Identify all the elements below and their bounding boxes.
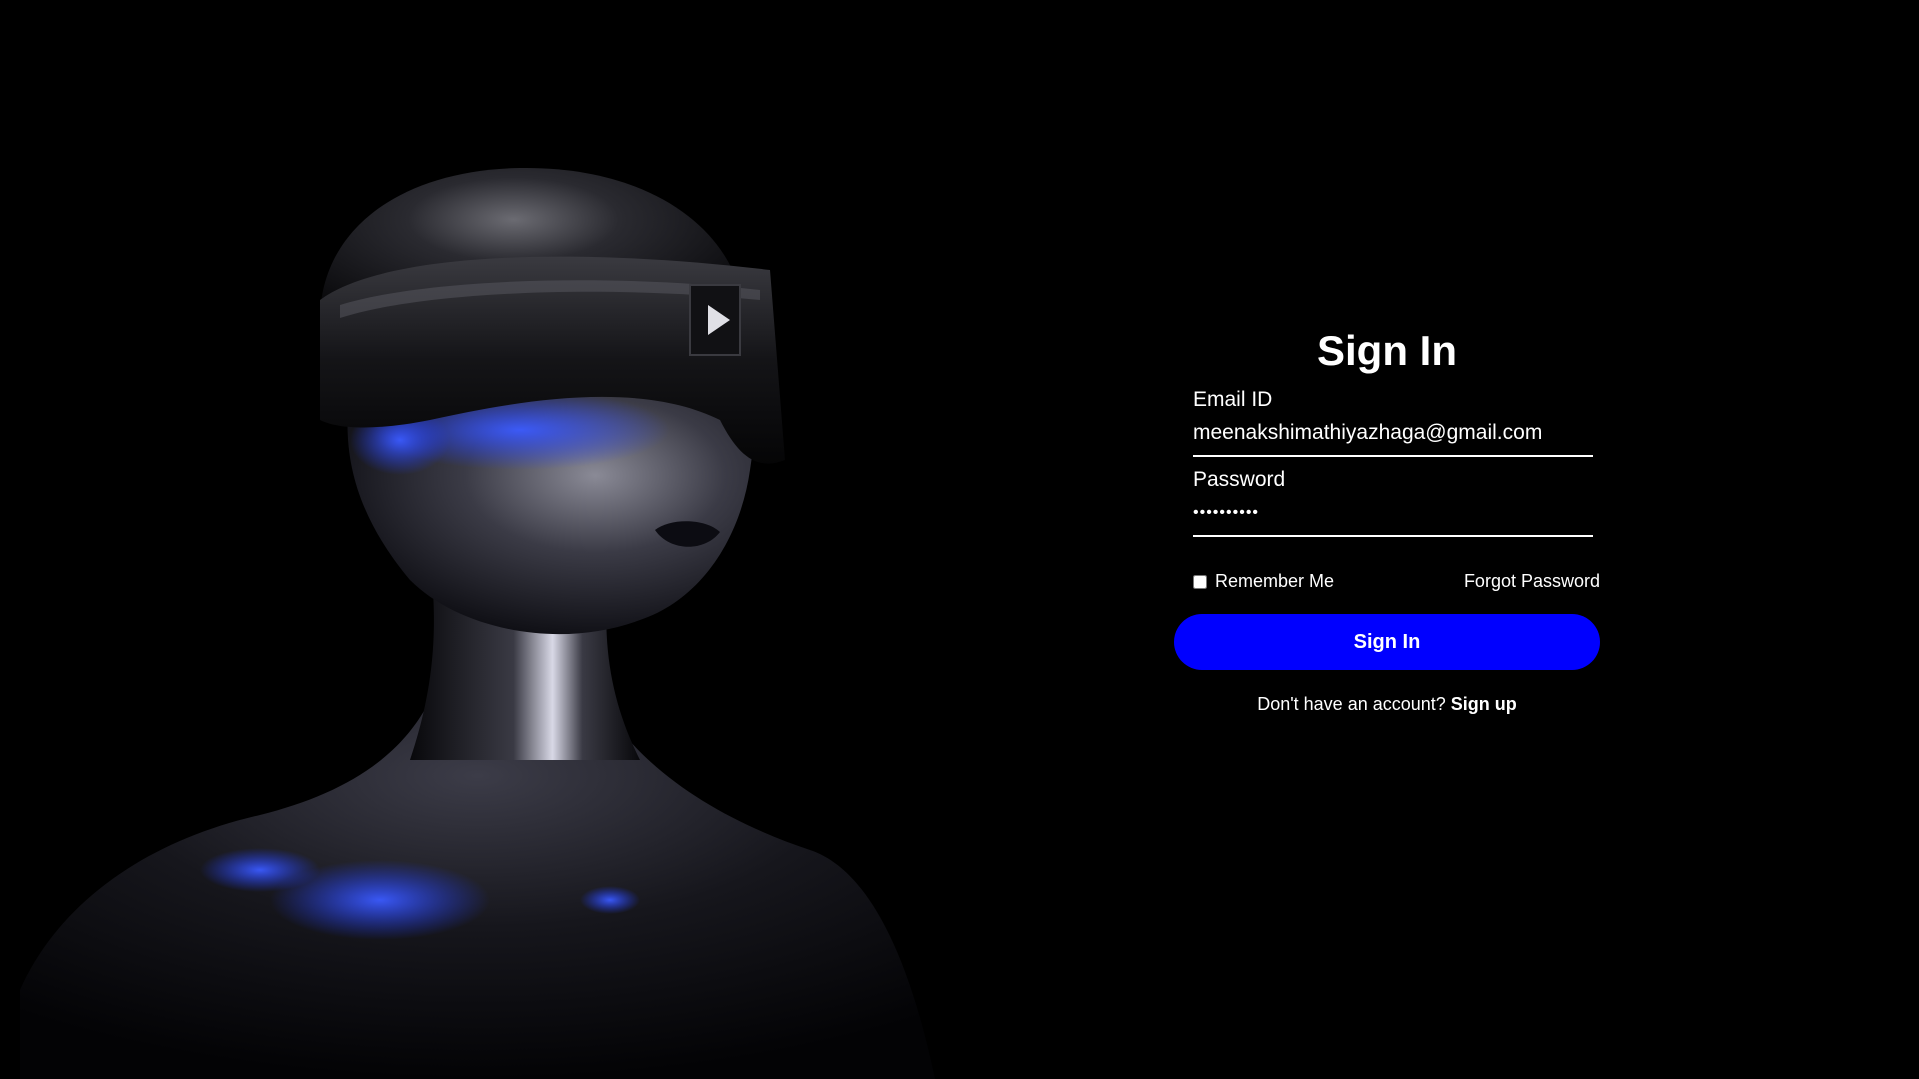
password-field-group: Password xyxy=(1193,467,1593,537)
email-label: Email ID xyxy=(1193,388,1273,411)
forgot-password-link[interactable]: Forgot Password xyxy=(1464,571,1600,592)
remember-me-label: Remember Me xyxy=(1215,571,1335,591)
sign-up-link[interactable]: Sign up xyxy=(1451,694,1517,714)
page-title: Sign In xyxy=(1317,327,1457,374)
login-page: Sign In Email ID Password Remember Me Fo… xyxy=(0,0,1919,1079)
sign-in-button[interactable]: Sign In xyxy=(1174,614,1600,670)
password-label: Password xyxy=(1193,468,1286,491)
email-field-group: Email ID xyxy=(1193,387,1593,457)
password-input[interactable] xyxy=(1193,493,1593,537)
remember-me-checkbox[interactable] xyxy=(1193,574,1207,589)
signup-prompt: Don't have an account? xyxy=(1257,694,1446,714)
sign-in-form: Sign In Email ID Password Remember Me Fo… xyxy=(1174,320,1600,715)
email-input[interactable] xyxy=(1193,413,1593,457)
options-row: Remember Me Forgot Password xyxy=(1193,571,1600,592)
hero-image xyxy=(0,0,960,1079)
signup-row: Don't have an account? Sign up xyxy=(1174,694,1600,715)
remember-me[interactable]: Remember Me xyxy=(1193,571,1334,592)
